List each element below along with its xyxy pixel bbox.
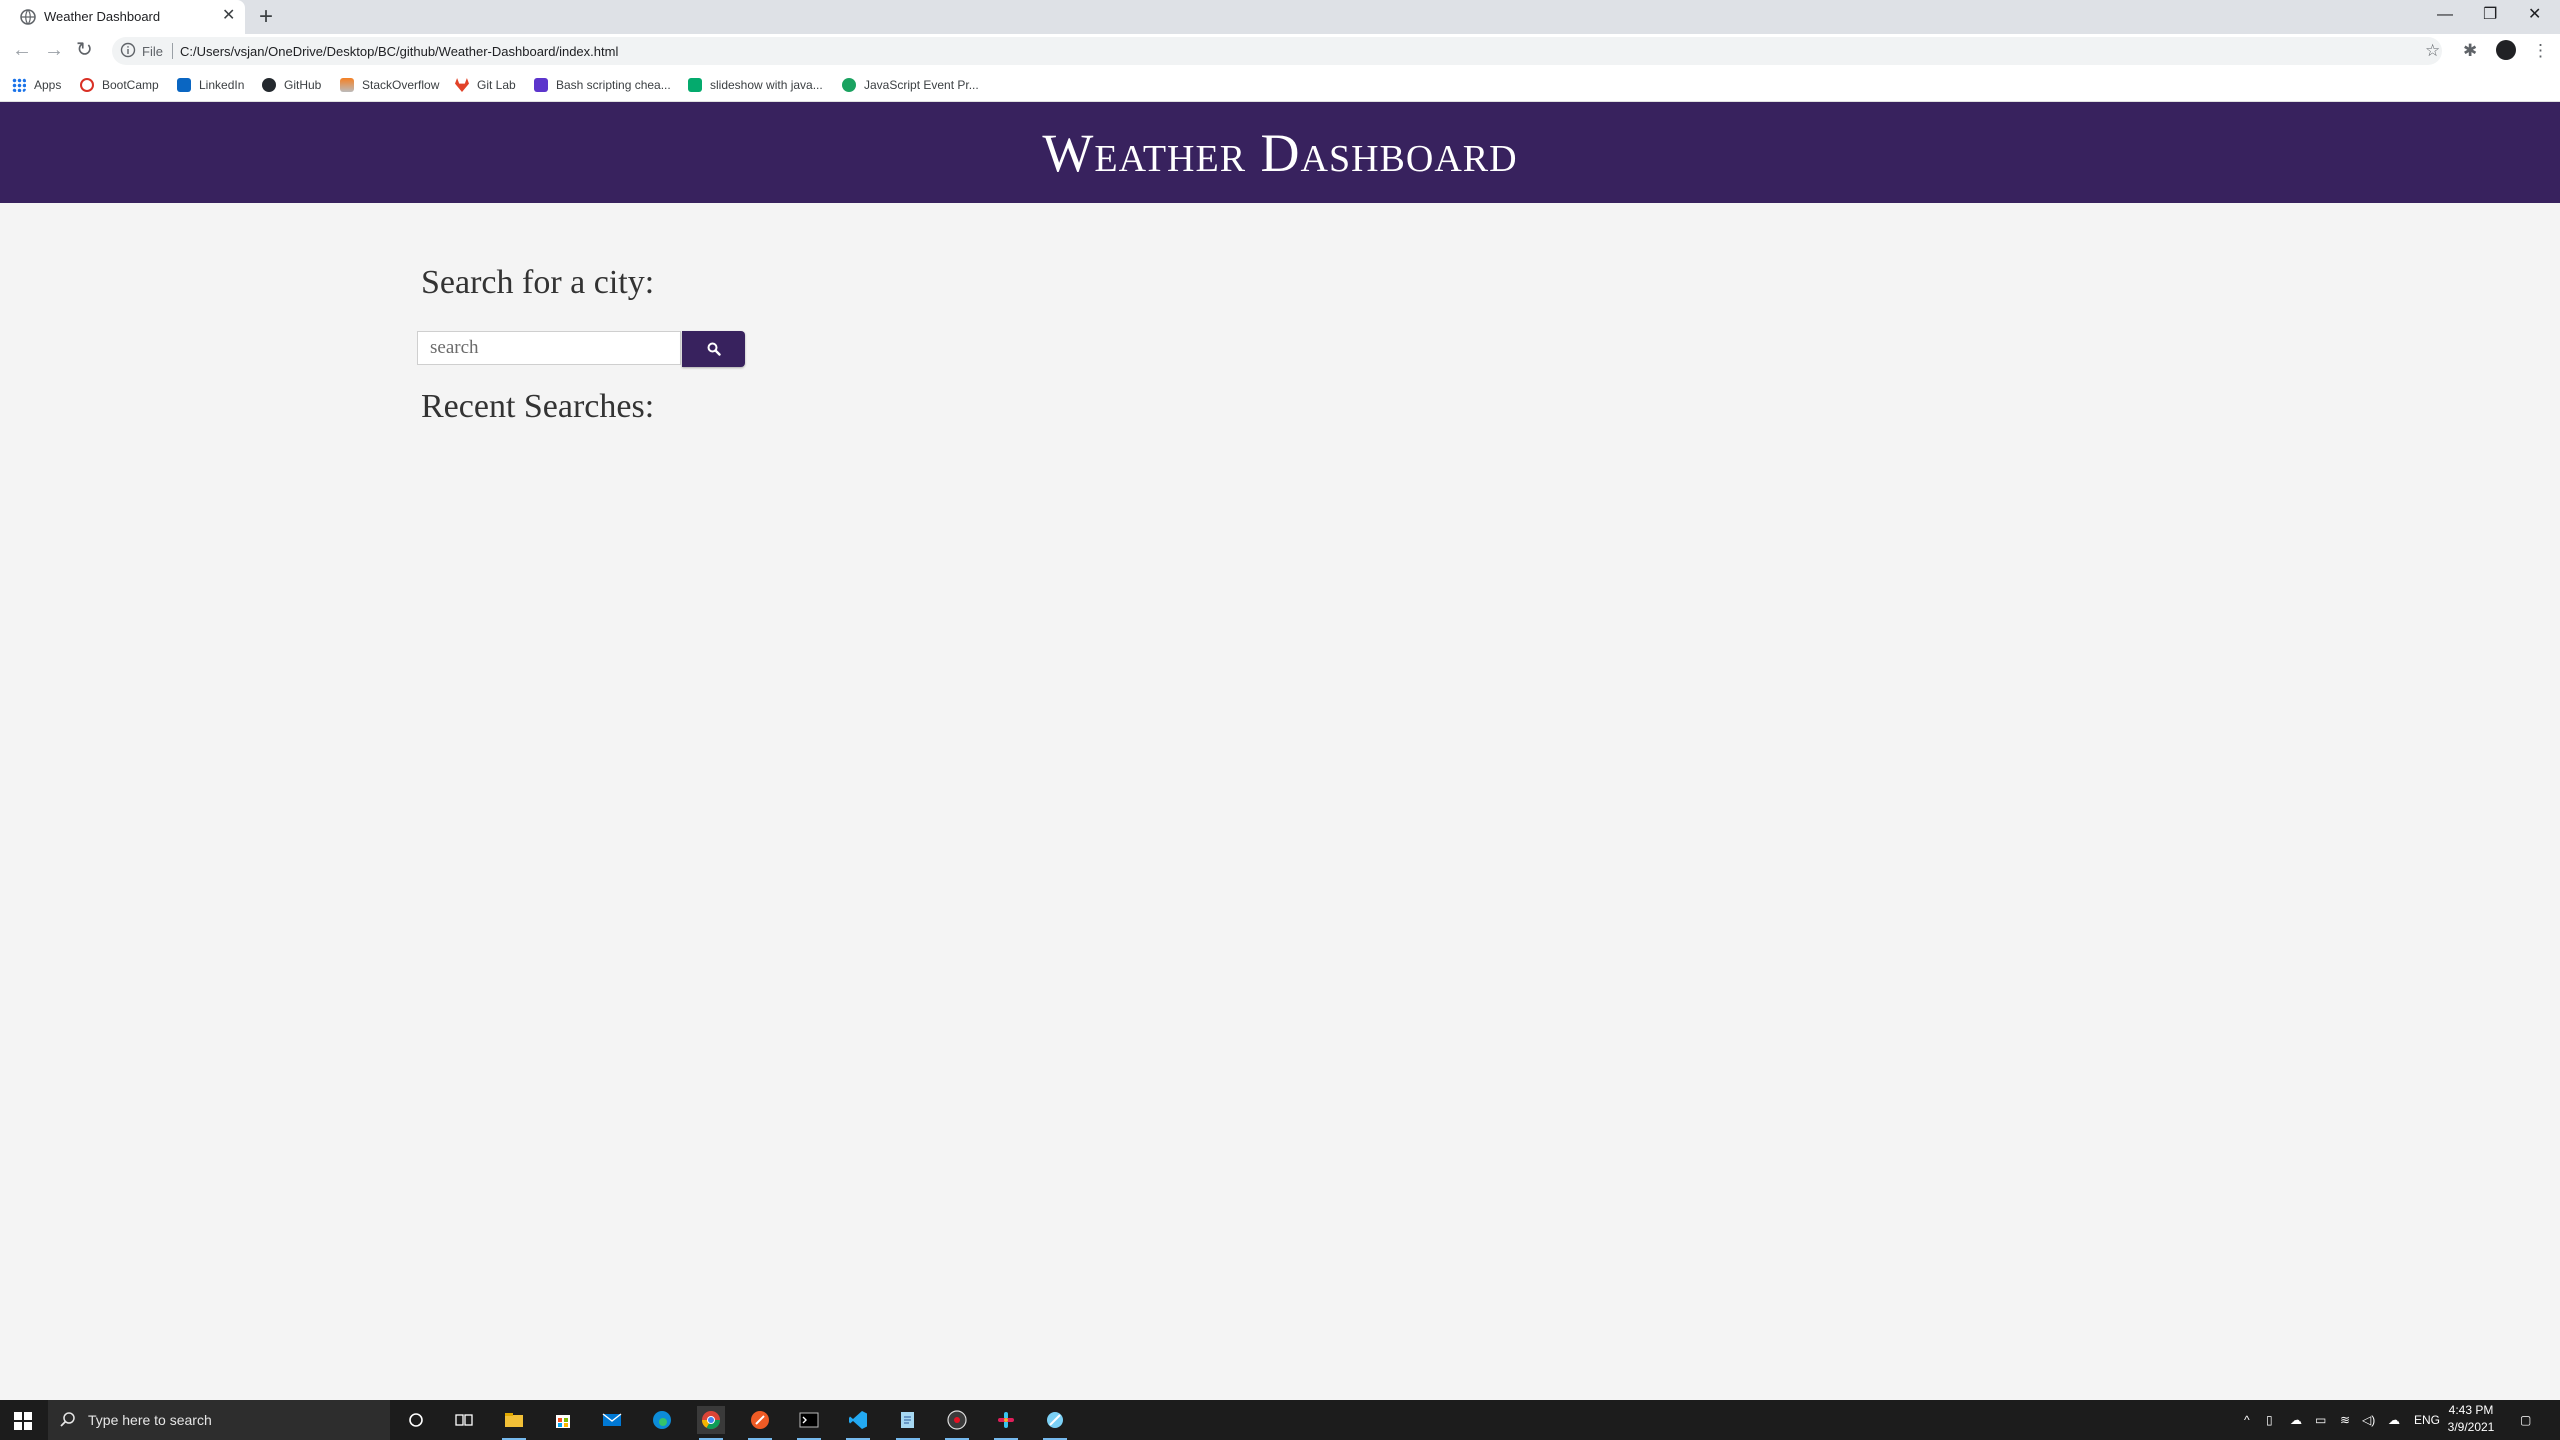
profile-avatar[interactable] xyxy=(2496,40,2516,60)
bookmark-label: StackOverflow xyxy=(362,78,440,92)
bookmark-js-event[interactable]: JavaScript Event Pr... xyxy=(842,68,979,102)
bootcamp-icon xyxy=(80,78,94,92)
window-close-icon[interactable]: ✕ xyxy=(2528,6,2541,24)
mail-icon[interactable] xyxy=(598,1406,626,1434)
extensions-icon[interactable]: ✱ xyxy=(2463,42,2477,60)
browser-toolbar: ← → ↻ File C:/Users/vsjan/OneDrive/Deskt… xyxy=(0,34,2560,68)
bash-icon xyxy=(534,78,548,92)
windows-taskbar: Type here to search ^ ▯ ☁ ▭ ≋ ◁) ☁ ENG 4… xyxy=(0,1400,2560,1440)
address-scheme-label: File xyxy=(142,44,163,59)
media-player-icon[interactable] xyxy=(943,1406,971,1440)
cloud-sync-icon[interactable]: ☁ xyxy=(2388,1412,2400,1428)
bookmarks-bar: Apps BootCamp LinkedIn GitHub StackOverf… xyxy=(0,68,2560,102)
system-clock[interactable]: 4:43 PM 3/9/2021 xyxy=(2446,1402,2496,1436)
github-icon xyxy=(262,78,276,92)
volume-icon[interactable]: ◁) xyxy=(2362,1412,2375,1428)
tab-close-icon[interactable]: ✕ xyxy=(222,7,235,25)
bookmark-label: GitHub xyxy=(284,78,322,92)
bookmark-apps[interactable]: Apps xyxy=(12,68,61,102)
postman-icon[interactable] xyxy=(746,1406,774,1440)
bookmark-stackoverflow[interactable]: StackOverflow xyxy=(340,68,439,102)
search-heading: Search for a city: xyxy=(421,264,655,301)
apps-grid-icon xyxy=(12,78,26,92)
linkedin-icon xyxy=(177,78,191,92)
notifications-icon[interactable]: ▢ xyxy=(2520,1412,2531,1428)
file-explorer-icon[interactable] xyxy=(500,1406,528,1440)
task-view-icon[interactable] xyxy=(450,1406,478,1434)
snipping-tool-icon[interactable] xyxy=(1041,1406,1069,1440)
clock-time: 4:43 PM xyxy=(2448,1403,2494,1417)
language-indicator[interactable]: ENG xyxy=(2414,1412,2440,1428)
bookmark-label: JavaScript Event Pr... xyxy=(864,78,979,92)
terminal-icon[interactable] xyxy=(795,1406,823,1440)
address-url[interactable]: C:/Users/vsjan/OneDrive/Desktop/BC/githu… xyxy=(180,44,618,59)
w3schools-icon xyxy=(688,78,702,92)
bookmark-bootcamp[interactable]: BootCamp xyxy=(80,68,159,102)
minimize-icon[interactable]: — xyxy=(2437,6,2453,24)
recent-searches-heading: Recent Searches: xyxy=(421,388,655,425)
cortana-icon[interactable] xyxy=(402,1406,430,1434)
clock-date: 3/9/2021 xyxy=(2447,1420,2495,1434)
js-event-icon xyxy=(842,78,856,92)
edge-browser-icon[interactable] xyxy=(648,1406,676,1434)
slack-icon[interactable] xyxy=(992,1406,1020,1440)
vscode-icon[interactable] xyxy=(844,1406,872,1440)
wifi-icon[interactable]: ≋ xyxy=(2340,1412,2350,1428)
bookmark-gitlab[interactable]: Git Lab xyxy=(455,68,516,102)
windows-start-icon[interactable] xyxy=(14,1412,32,1430)
forward-icon[interactable]: → xyxy=(44,40,64,60)
stackoverflow-icon xyxy=(340,78,354,92)
search-icon xyxy=(60,1412,75,1427)
chrome-icon[interactable] xyxy=(697,1406,725,1440)
bookmark-star-icon[interactable]: ☆ xyxy=(2425,42,2440,60)
globe-icon xyxy=(20,9,36,25)
city-search-input[interactable] xyxy=(417,331,681,365)
browser-tab-strip: Weather Dashboard ✕ + — ❐ ✕ xyxy=(0,0,2560,34)
tab-title: Weather Dashboard xyxy=(44,9,161,24)
onedrive-icon[interactable]: ☁ xyxy=(2290,1412,2302,1428)
tray-device-icon[interactable]: ▯ xyxy=(2266,1412,2273,1428)
restore-icon[interactable]: ❐ xyxy=(2483,6,2497,24)
bookmark-bash-scripting[interactable]: Bash scripting chea... xyxy=(534,68,671,102)
search-button[interactable] xyxy=(682,331,745,367)
reload-icon[interactable]: ↻ xyxy=(76,40,93,60)
microsoft-store-icon[interactable] xyxy=(549,1406,577,1434)
bookmark-label: Git Lab xyxy=(477,78,516,92)
taskbar-search-placeholder: Type here to search xyxy=(88,1412,212,1428)
gitlab-icon xyxy=(455,78,469,92)
page-title: Weather Dashboard xyxy=(1042,122,1518,183)
bookmark-label: Bash scripting chea... xyxy=(556,78,671,92)
tray-chevron-icon[interactable]: ^ xyxy=(2244,1412,2250,1428)
bookmark-github[interactable]: GitHub xyxy=(262,68,321,102)
menu-kebab-icon[interactable]: ⋮ xyxy=(2532,42,2549,60)
battery-icon[interactable]: ▭ xyxy=(2315,1412,2326,1428)
page-header: Weather Dashboard xyxy=(0,102,2560,203)
bookmark-label: slideshow with java... xyxy=(710,78,823,92)
new-tab-button[interactable]: + xyxy=(259,4,273,30)
browser-tab[interactable]: Weather Dashboard ✕ xyxy=(0,0,245,34)
back-icon[interactable]: ← xyxy=(12,40,32,60)
bookmark-linkedin[interactable]: LinkedIn xyxy=(177,68,244,102)
bookmark-slideshow[interactable]: slideshow with java... xyxy=(688,68,823,102)
taskbar-search-box[interactable]: Type here to search xyxy=(48,1400,390,1440)
info-icon[interactable] xyxy=(120,42,136,58)
address-separator xyxy=(172,43,173,59)
bookmark-label: Apps xyxy=(34,78,62,92)
search-icon xyxy=(707,342,721,356)
bookmark-label: LinkedIn xyxy=(199,78,245,92)
bookmark-label: BootCamp xyxy=(102,78,159,92)
notepad-icon[interactable] xyxy=(894,1406,922,1440)
